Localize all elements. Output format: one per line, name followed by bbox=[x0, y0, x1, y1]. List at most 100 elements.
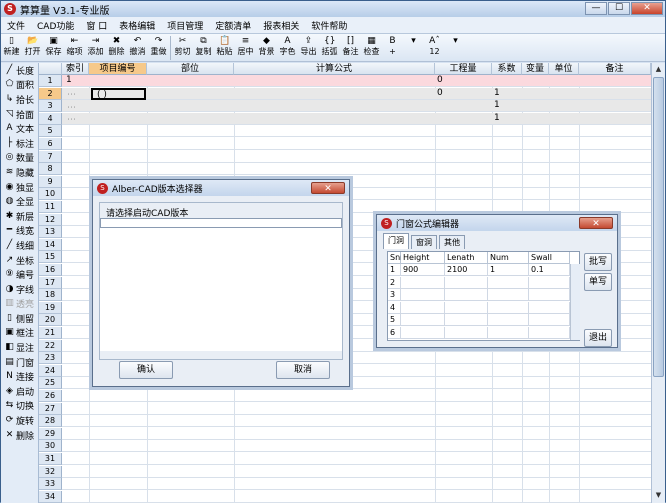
sidebar-item-line-thin[interactable]: ╱ 线细 bbox=[1, 238, 38, 253]
param-cell[interactable]: 6 bbox=[388, 327, 401, 339]
row-header[interactable]: 21 bbox=[39, 327, 62, 339]
cad-version-list-area[interactable] bbox=[100, 228, 342, 351]
sidebar-item-show-only[interactable]: ◉ 独显 bbox=[1, 180, 38, 195]
param-cell[interactable] bbox=[488, 314, 529, 327]
param-cell[interactable] bbox=[445, 301, 488, 314]
table-row[interactable] bbox=[62, 478, 651, 491]
param-column-header[interactable]: Lenath bbox=[445, 252, 488, 264]
row-header[interactable]: 28 bbox=[39, 415, 62, 428]
toolbar-button-indent[interactable]: ⇤ 缩项 bbox=[64, 34, 85, 62]
menu-item[interactable]: 项目管理 bbox=[161, 19, 209, 32]
table-row[interactable] bbox=[62, 163, 651, 176]
param-cell[interactable] bbox=[401, 276, 445, 289]
table-row[interactable] bbox=[62, 112, 651, 125]
sidebar-item-show-all[interactable]: ◍ 全显 bbox=[1, 194, 38, 209]
sidebar-item-side[interactable]: ▯ 侧留 bbox=[1, 311, 38, 326]
sidebar-item-new-layer[interactable]: ✱ 新层 bbox=[1, 209, 38, 224]
cad-dialog-titlebar[interactable]: S Alber-CAD版本选择器 ✕ bbox=[93, 180, 349, 196]
sidebar-item-area[interactable]: ⬠ 面积 bbox=[1, 78, 38, 93]
sidebar-item-start[interactable]: ◈ 启动 bbox=[1, 384, 38, 399]
param-cell[interactable]: 2 bbox=[388, 276, 401, 289]
toolbar-button-export[interactable]: ⇪ 导出 bbox=[298, 34, 319, 62]
sidebar-item-rotate[interactable]: ⟳ 旋转 bbox=[1, 413, 38, 428]
table-row[interactable] bbox=[62, 75, 651, 87]
table-row[interactable] bbox=[62, 491, 651, 503]
door-params-table[interactable]: Snm Height Lenath Num Swall 1 900 2100 1 0.1 2 3 4 5 6 bbox=[387, 251, 580, 341]
menu-item[interactable]: 定额清单 bbox=[209, 19, 257, 32]
row-header[interactable]: 11 bbox=[39, 201, 62, 213]
confirm-button[interactable]: 确认 bbox=[119, 361, 173, 379]
param-cell[interactable] bbox=[445, 276, 488, 289]
sidebar-item-remove[interactable]: ✕ 删除 bbox=[1, 428, 38, 443]
row-header[interactable]: 2 bbox=[39, 87, 62, 100]
menu-item[interactable]: 报表相关 bbox=[257, 19, 305, 32]
table-row[interactable] bbox=[62, 415, 651, 428]
param-cell[interactable] bbox=[401, 314, 445, 327]
toolbar-button-check[interactable]: ▦ 检查 bbox=[361, 34, 382, 62]
toolbar-button-add[interactable]: ⇥ 添加 bbox=[85, 34, 106, 62]
quantity-cell[interactable]: 0 bbox=[437, 88, 447, 100]
sidebar-item-font[interactable]: ◑ 字线 bbox=[1, 282, 38, 297]
project-code-cell[interactable]: ( ) bbox=[91, 87, 146, 100]
single-write-button[interactable]: 单写 bbox=[584, 273, 612, 291]
project-code-cell[interactable] bbox=[91, 100, 146, 112]
table-row[interactable] bbox=[62, 428, 651, 440]
sidebar-item-switch[interactable]: ⇆ 切换 bbox=[1, 399, 38, 414]
param-column-header[interactable]: Snm bbox=[388, 252, 408, 264]
row-header[interactable]: 24 bbox=[39, 364, 62, 377]
row-header[interactable]: 27 bbox=[39, 402, 62, 415]
param-column-header[interactable]: Num bbox=[488, 252, 529, 264]
door-dialog-close-button[interactable]: ✕ bbox=[579, 217, 613, 229]
toolbar-button-dropdown[interactable]: ▾ bbox=[403, 34, 424, 62]
quantity-cell[interactable] bbox=[437, 113, 447, 125]
param-cell[interactable]: 4 bbox=[388, 301, 401, 314]
project-code-cell[interactable] bbox=[91, 113, 146, 125]
toolbar-button-copy[interactable]: ⧉ 复制 bbox=[193, 34, 214, 62]
column-header[interactable]: 部位 bbox=[147, 63, 234, 75]
param-cell[interactable] bbox=[529, 301, 570, 314]
toolbar-button-paste[interactable]: 📋 粘贴 bbox=[214, 34, 235, 62]
param-table-scrollbar[interactable] bbox=[570, 264, 580, 340]
cancel-button[interactable]: 取消 bbox=[276, 361, 330, 379]
row-header[interactable]: 30 bbox=[39, 440, 62, 453]
param-cell[interactable] bbox=[529, 289, 570, 302]
param-cell[interactable] bbox=[488, 276, 529, 289]
row-header[interactable]: 13 bbox=[39, 226, 62, 239]
row-header[interactable]: 4 bbox=[39, 112, 62, 125]
param-column-header[interactable]: Swall bbox=[529, 252, 570, 264]
row-header[interactable]: 1 bbox=[39, 75, 62, 87]
param-cell[interactable] bbox=[445, 314, 488, 327]
param-cell[interactable] bbox=[445, 327, 488, 339]
row-header[interactable]: 16 bbox=[39, 264, 62, 276]
sidebar-item-pick-area[interactable]: ◹ 拾面 bbox=[1, 107, 38, 122]
column-header[interactable]: 计算公式 bbox=[234, 63, 435, 75]
toolbar-button-open[interactable]: 📂 打开 bbox=[22, 34, 43, 62]
table-row[interactable] bbox=[62, 390, 651, 402]
sidebar-item-show-note[interactable]: ◧ 显注 bbox=[1, 340, 38, 355]
table-row[interactable] bbox=[62, 466, 651, 478]
exit-button[interactable]: 退出 bbox=[584, 329, 612, 347]
sidebar-item-number[interactable]: ⑨ 编号 bbox=[1, 267, 38, 282]
sidebar-item-text[interactable]: A 文本 bbox=[1, 121, 38, 136]
param-cell[interactable]: 3 bbox=[388, 289, 401, 302]
column-header[interactable]: 项目编号 bbox=[89, 63, 147, 75]
cad-version-list[interactable] bbox=[100, 218, 342, 228]
row-header[interactable]: 23 bbox=[39, 352, 62, 365]
table-row[interactable] bbox=[62, 151, 651, 163]
param-cell[interactable] bbox=[401, 327, 445, 339]
title-bar[interactable]: S 算算量 V3.1-专业版 — ☐ ✕ bbox=[1, 1, 665, 17]
param-cell[interactable] bbox=[445, 289, 488, 302]
table-row[interactable] bbox=[62, 440, 651, 453]
toolbar-button-redo[interactable]: ↷ 重做 bbox=[148, 34, 169, 62]
row-header[interactable]: 33 bbox=[39, 478, 62, 491]
row-header[interactable]: 6 bbox=[39, 138, 62, 150]
scroll-up-icon[interactable]: ▲ bbox=[653, 63, 664, 75]
menu-item[interactable]: CAD功能 bbox=[31, 19, 80, 32]
row-header[interactable]: 32 bbox=[39, 465, 62, 478]
param-cell[interactable]: 900 bbox=[401, 264, 445, 276]
quantity-cell[interactable]: 0 bbox=[437, 75, 447, 87]
project-code-cell[interactable] bbox=[91, 75, 146, 87]
param-cell[interactable] bbox=[401, 289, 445, 302]
toolbar-button-brace[interactable]: {} 括弧 bbox=[319, 34, 340, 62]
row-header[interactable]: 26 bbox=[39, 390, 62, 402]
